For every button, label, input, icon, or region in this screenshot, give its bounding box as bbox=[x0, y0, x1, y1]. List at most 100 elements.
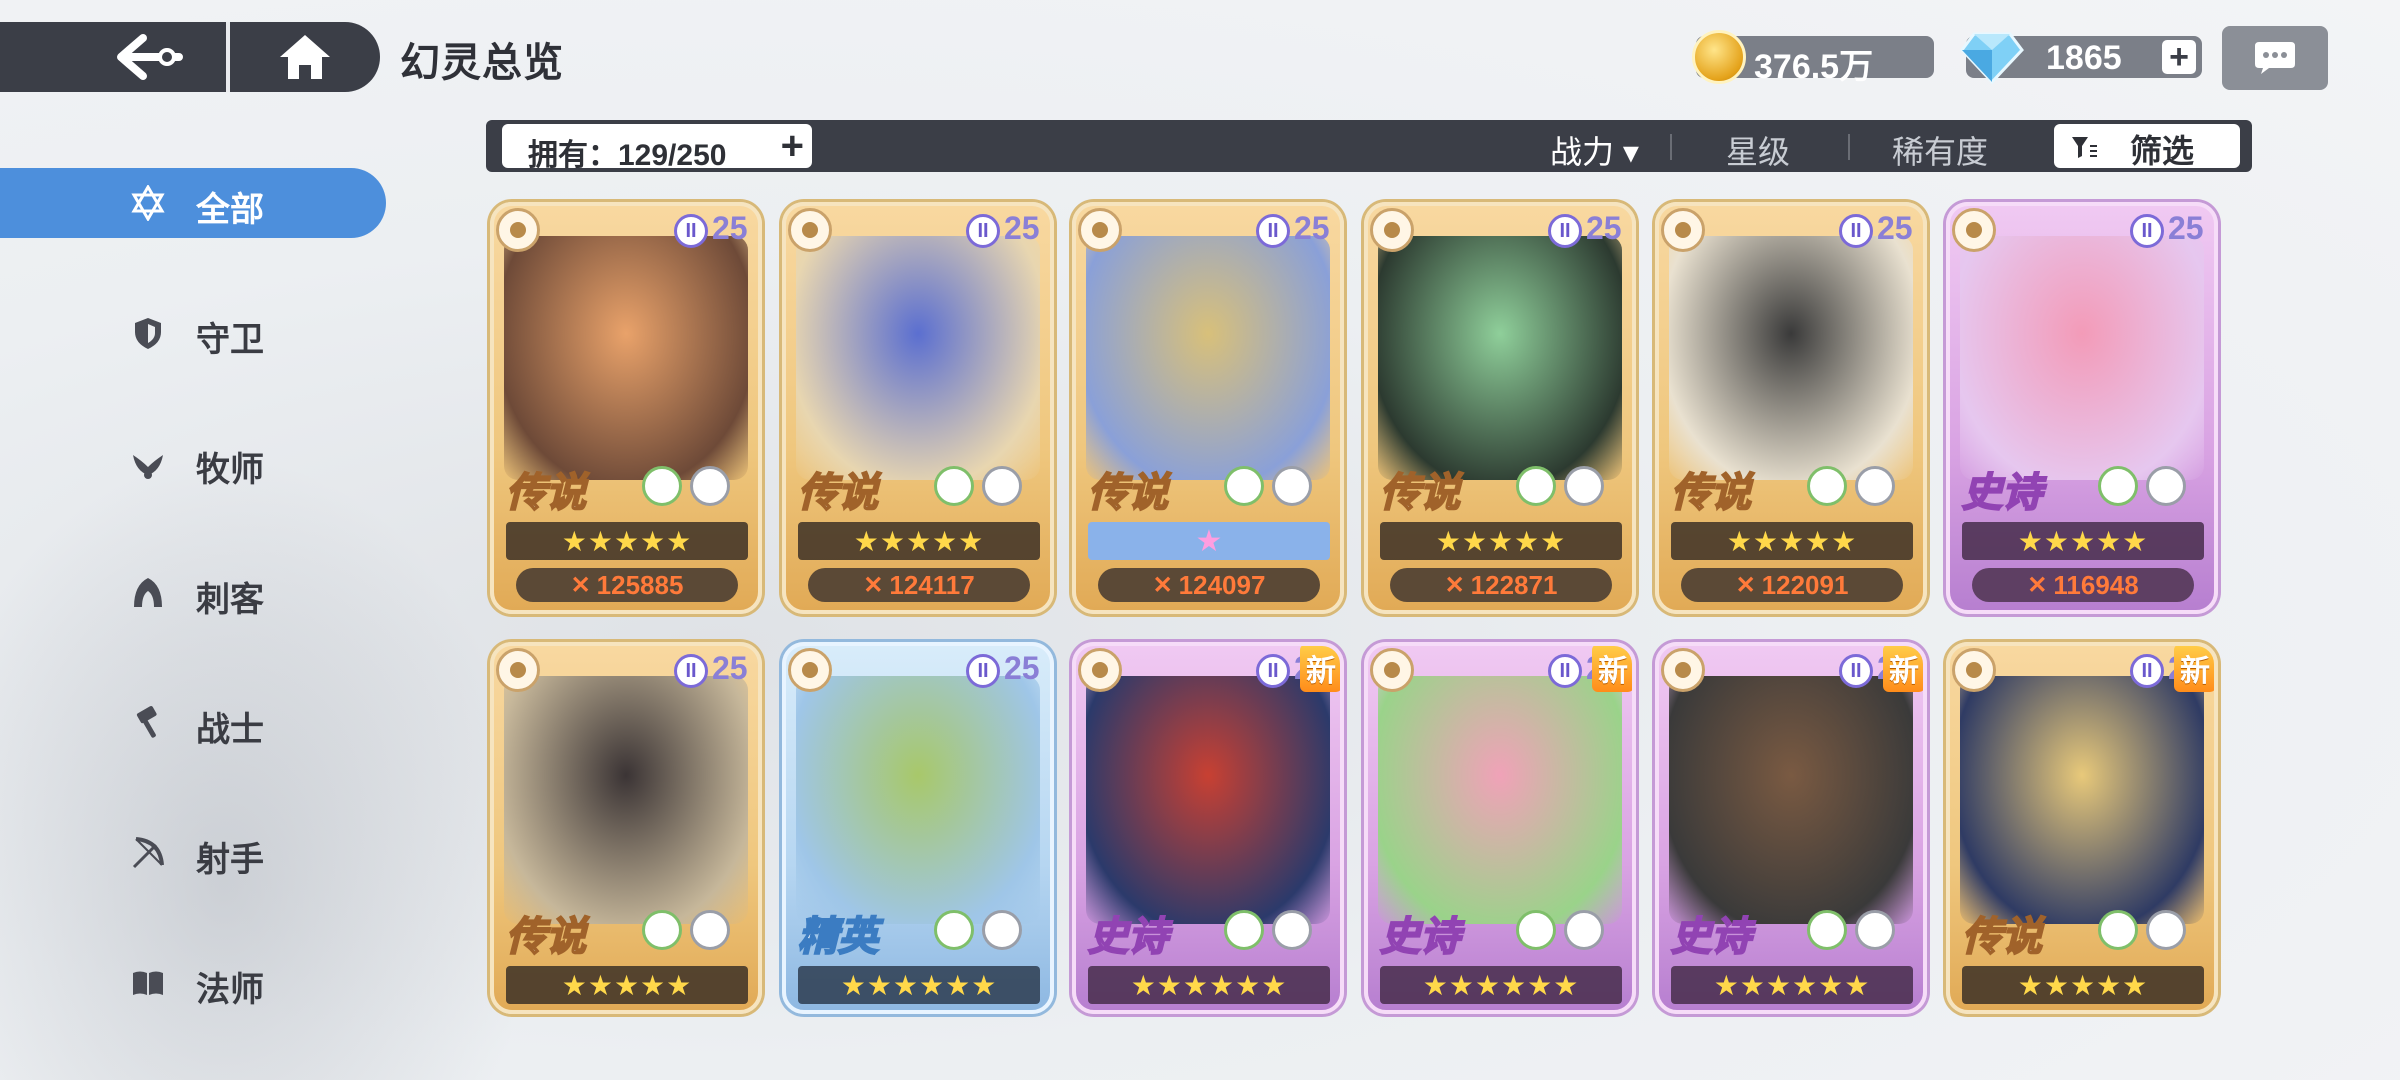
hero-card[interactable]: II 25 新 传说 ★★★★★ bbox=[1946, 642, 2218, 1014]
level-rank-icon: II bbox=[966, 654, 1000, 688]
level-rank-icon: II bbox=[2130, 654, 2164, 688]
level-rank-icon: II bbox=[1548, 214, 1582, 248]
hero-card[interactable]: II 25 传说 ★★★★★ ✕ 125885 bbox=[490, 202, 762, 614]
star-rating-bar: ★★★★★ bbox=[506, 522, 748, 560]
hero-level: 25 bbox=[712, 650, 748, 686]
element-icon bbox=[642, 910, 682, 950]
swords-icon: ✕ bbox=[1735, 571, 1756, 599]
rarity-label: 传说 bbox=[1379, 470, 1461, 516]
sort-by-power[interactable]: 战力 ▾ bbox=[1550, 127, 1639, 173]
gold-counter[interactable]: 376.5万 bbox=[1692, 30, 1934, 86]
role-badge-icon bbox=[1370, 648, 1414, 692]
back-button[interactable] bbox=[90, 22, 210, 92]
hero-card[interactable]: II 25 传说 ★★★★★ ✕ 122091 bbox=[1655, 202, 1927, 614]
role-badge-icon bbox=[788, 648, 832, 692]
sidebar-item-label: 射手 bbox=[196, 841, 264, 879]
role-badge-icon bbox=[496, 208, 540, 252]
element-icon bbox=[642, 466, 682, 506]
hero-portrait bbox=[1378, 236, 1622, 480]
sidebar-item-label: 牧师 bbox=[196, 451, 264, 489]
role-badge-icon bbox=[496, 648, 540, 692]
shield-icon bbox=[135, 318, 161, 349]
rarity-label: 史诗 bbox=[1087, 914, 1169, 960]
element-icon bbox=[2098, 466, 2138, 506]
power-bar: ✕ 124097 bbox=[1098, 568, 1320, 602]
star-rating-bar: ★★★★★★ bbox=[1380, 966, 1622, 1004]
element-icon bbox=[982, 910, 1022, 950]
sidebar-item-mage[interactable]: 法师 bbox=[0, 948, 386, 1018]
rarity-label: 传说 bbox=[1087, 470, 1169, 516]
hero-card[interactable]: II 25 传说 ★★★★★ ✕ 122871 bbox=[1364, 202, 1636, 614]
new-badge: 新 bbox=[1592, 646, 1632, 692]
sidebar-item-label: 守卫 bbox=[196, 321, 264, 359]
sidebar-item-assassin[interactable]: 刺客 bbox=[0, 558, 386, 628]
star-rating: ★★★★★ bbox=[561, 525, 693, 557]
sidebar-item-guard[interactable]: 守卫 bbox=[0, 298, 386, 368]
sort-by-rarity[interactable]: 稀有度 bbox=[1892, 127, 1988, 173]
hammer-icon bbox=[136, 706, 157, 738]
sidebar-item-all[interactable]: 全部 bbox=[0, 168, 386, 238]
star-rating-bar: ★★★★★ bbox=[1671, 522, 1913, 560]
swords-icon: ✕ bbox=[1444, 571, 1465, 599]
hero-card[interactable]: II 25 史诗 ★★★★★ ✕ 116948 bbox=[1946, 202, 2218, 614]
role-badge-icon bbox=[1078, 208, 1122, 252]
hero-portrait bbox=[1669, 236, 1913, 480]
element-icon bbox=[690, 466, 730, 506]
star-rating: ★★★★★ bbox=[1435, 525, 1567, 557]
hero-portrait bbox=[1669, 676, 1913, 924]
filter-button[interactable]: 筛选 bbox=[2054, 124, 2240, 169]
hero-card[interactable]: II 25 新 史诗 ★★★★★★ bbox=[1364, 642, 1636, 1014]
element-icon bbox=[690, 910, 730, 950]
hero-card[interactable]: II 25 传说 ★★★★★ bbox=[490, 642, 762, 1014]
role-badge-icon bbox=[1952, 648, 1996, 692]
star-rating-bar: ★★★★★★ bbox=[1671, 966, 1913, 1004]
gold-value: 376.5万 bbox=[1754, 48, 1874, 86]
hero-level: 25 bbox=[1294, 210, 1330, 246]
sidebar-item-label: 法师 bbox=[196, 971, 264, 1009]
sidebar-item-priest[interactable]: 牧师 bbox=[0, 428, 386, 498]
chat-button[interactable] bbox=[2222, 26, 2328, 90]
hero-portrait bbox=[1086, 676, 1330, 924]
power-bar: ✕ 122871 bbox=[1390, 568, 1612, 602]
rarity-label: 史诗 bbox=[1379, 914, 1461, 960]
hero-card[interactable]: II 25 传说 ★ ✕ 124097 bbox=[1072, 202, 1344, 614]
new-badge: 新 bbox=[1300, 646, 1340, 692]
add-gems-button[interactable]: + bbox=[2162, 40, 2196, 74]
role-badge-icon bbox=[1078, 648, 1122, 692]
home-button[interactable] bbox=[250, 22, 360, 92]
element-icon bbox=[2146, 910, 2186, 950]
gold-coin-icon bbox=[1692, 30, 1746, 84]
sort-by-star[interactable]: 星级 bbox=[1726, 127, 1790, 173]
hero-portrait bbox=[1960, 676, 2204, 924]
hero-card[interactable]: II 25 新 史诗 ★★★★★★ bbox=[1072, 642, 1344, 1014]
sort-separator bbox=[1670, 134, 1672, 160]
rarity-label: 传说 bbox=[505, 470, 587, 516]
power-value: 116948 bbox=[2053, 569, 2139, 600]
sidebar-item-label: 刺客 bbox=[196, 581, 264, 619]
filter-icon bbox=[2072, 137, 2097, 158]
hero-level: 25 bbox=[2168, 210, 2204, 246]
power-value: 124097 bbox=[1178, 569, 1266, 600]
sidebar-item-archer[interactable]: 射手 bbox=[0, 818, 386, 888]
rarity-label: 精英 bbox=[797, 914, 879, 960]
star-rating: ★★★★★ bbox=[1726, 525, 1858, 557]
gem-value: 1865 bbox=[2046, 39, 2122, 77]
star-rating: ★ bbox=[1195, 524, 1223, 558]
owned-count: 拥有：129/250 bbox=[528, 139, 727, 172]
element-icon bbox=[1516, 910, 1556, 950]
expand-capacity-button[interactable]: + bbox=[781, 124, 804, 169]
owned-count-box[interactable]: 拥有：129/250 + bbox=[502, 124, 812, 172]
star-rating-bar: ★★★★★ bbox=[1380, 522, 1622, 560]
hero-card[interactable]: II 25 新 史诗 ★★★★★★ bbox=[1655, 642, 1927, 1014]
chat-bubble-icon bbox=[2255, 42, 2295, 74]
power-bar: ✕ 122091 bbox=[1681, 568, 1903, 602]
element-icon bbox=[1855, 910, 1895, 950]
sidebar-item-warrior[interactable]: 战士 bbox=[0, 688, 386, 758]
level-rank-icon: II bbox=[1548, 654, 1582, 688]
role-badge-icon bbox=[1370, 208, 1414, 252]
level-rank-icon: II bbox=[1839, 654, 1873, 688]
star-rating: ★★★★★★ bbox=[1422, 969, 1580, 1001]
hero-card[interactable]: II 25 精英 ★★★★★★ bbox=[782, 642, 1054, 1014]
star-rating-bar: ★★★★★★ bbox=[798, 966, 1040, 1004]
hero-card[interactable]: II 25 传说 ★★★★★ ✕ 124117 bbox=[782, 202, 1054, 614]
